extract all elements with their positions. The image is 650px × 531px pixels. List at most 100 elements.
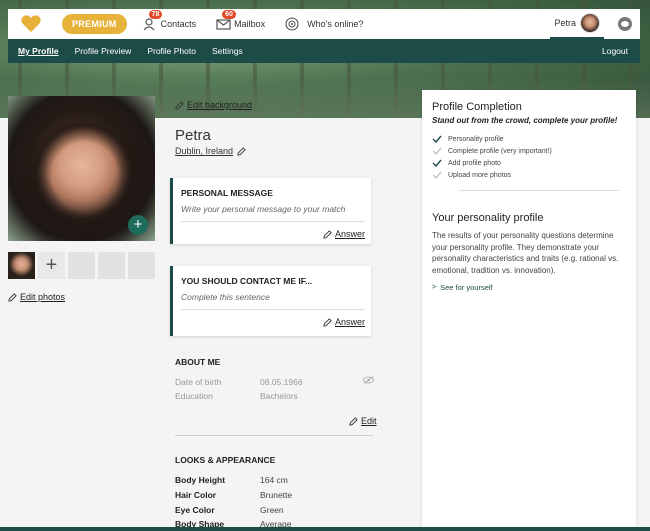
bottom-bar <box>0 527 650 531</box>
edit-photos-label: Edit photos <box>20 292 66 302</box>
edit-about-button[interactable]: Edit <box>349 416 377 426</box>
divider <box>459 190 619 191</box>
pencil-icon <box>323 317 332 327</box>
profile-name: Petra <box>175 127 211 144</box>
personality-text: The results of your personality question… <box>432 231 619 275</box>
dob-key: Date of birth <box>175 377 222 387</box>
check-item[interactable]: Upload more photos <box>432 169 626 181</box>
location-link[interactable]: Dublin, Ireland <box>175 146 249 156</box>
nav-mailbox-label: Mailbox <box>234 19 266 29</box>
contact-me-input[interactable]: Complete this sentence <box>181 292 365 310</box>
edit-background-link[interactable]: Edit background <box>175 100 252 110</box>
see-for-yourself-link[interactable]: > See for yourself <box>432 283 626 292</box>
completion-checklist: Personality profile Complete profile (ve… <box>432 133 626 181</box>
education-value: Bachelors <box>260 391 298 401</box>
check-label: Complete profile (very important!) <box>448 147 552 155</box>
empty-thumbnail <box>128 252 155 279</box>
online-radar-icon <box>285 17 299 31</box>
answer-button[interactable]: Answer <box>181 229 365 239</box>
check-icon <box>432 147 442 155</box>
eye-hidden-icon[interactable] <box>363 376 374 384</box>
pencil-icon <box>323 229 332 239</box>
personal-message-card: PERSONAL MESSAGE Write your personal mes… <box>170 178 371 244</box>
pencil-icon <box>237 146 246 156</box>
tab-profile-preview[interactable]: Profile Preview <box>75 39 132 63</box>
empty-thumbnail <box>98 252 125 279</box>
personal-message-title: PERSONAL MESSAGE <box>181 188 273 198</box>
profile-subnav: My Profile Profile Preview Profile Photo… <box>8 39 640 63</box>
dob-value: 08.05.1966 <box>260 377 303 387</box>
check-icon <box>432 159 442 167</box>
answer-button[interactable]: Answer <box>181 317 365 327</box>
premium-button[interactable]: PREMIUM <box>62 14 127 34</box>
personality-title: Your personality profile <box>432 212 544 224</box>
hair-key: Hair Color <box>175 490 217 500</box>
education-key: Education <box>175 391 213 401</box>
panel-title: Profile Completion <box>432 101 522 113</box>
looks-row: Eye Color Green <box>175 505 360 515</box>
nav-contacts-label: Contacts <box>160 19 197 29</box>
mailbox-badge: 60 <box>222 10 236 19</box>
contacts-icon <box>143 18 155 31</box>
top-bar: PREMIUM 78 Contacts 60 Mailbox Who's onl… <box>8 9 640 39</box>
check-label: Personality profile <box>448 135 504 143</box>
nav-contacts[interactable]: 78 Contacts <box>143 10 197 31</box>
panel-subtitle: Stand out from the crowd, complete your … <box>432 116 618 125</box>
nav-whos-online[interactable]: Who's online? <box>285 17 363 31</box>
location-label: Dublin, Ireland <box>175 146 234 156</box>
answer-label: Answer <box>334 229 365 239</box>
photo-thumbnails: + <box>8 252 158 279</box>
logout-link[interactable]: Logout <box>602 46 628 56</box>
hair-value: Brunette <box>260 490 293 500</box>
edit-background-label: Edit background <box>187 100 253 110</box>
heart-logo-icon[interactable] <box>20 15 42 33</box>
looks-row: Body Height 164 cm <box>175 475 360 485</box>
user-menu[interactable]: Petra <box>550 9 604 39</box>
check-item[interactable]: Complete profile (very important!) <box>432 145 626 157</box>
eye-key: Eye Color <box>175 505 215 515</box>
mailbox-icon <box>216 19 231 30</box>
check-icon <box>432 171 442 179</box>
personal-message-input[interactable]: Write your personal message to your matc… <box>181 204 365 222</box>
edit-photos-link[interactable]: Edit photos <box>8 292 65 302</box>
answer-label: Answer <box>334 317 365 327</box>
add-photo-button[interactable]: + <box>128 215 148 235</box>
see-label: See for yourself <box>440 283 493 292</box>
height-key: Body Height <box>175 475 226 485</box>
top-nav: 78 Contacts 60 Mailbox Who's online? <box>143 10 384 31</box>
pencil-icon <box>8 292 17 302</box>
user-name: Petra <box>554 18 576 28</box>
contacts-badge: 78 <box>148 10 163 19</box>
tab-my-profile[interactable]: My Profile <box>18 39 59 63</box>
pencil-icon <box>175 100 184 110</box>
add-thumbnail-button[interactable]: + <box>38 252 65 279</box>
nav-whos-online-label: Who's online? <box>307 19 364 29</box>
top-right: Petra <box>550 9 640 39</box>
check-icon <box>432 135 442 143</box>
eye-value: Green <box>260 505 284 515</box>
divider <box>175 435 373 436</box>
about-me-title: ABOUT ME <box>175 357 221 367</box>
check-item[interactable]: Add profile photo <box>432 157 626 169</box>
chevron-right-icon: > <box>432 284 437 291</box>
avatar <box>580 13 600 33</box>
looks-title: LOOKS & APPEARANCE <box>175 455 276 465</box>
tab-profile-photo[interactable]: Profile Photo <box>147 39 196 63</box>
looks-row: Hair Color Brunette <box>175 490 360 500</box>
about-row-education: Education Bachelors <box>175 391 360 401</box>
contact-me-title: YOU SHOULD CONTACT ME IF... <box>181 276 313 286</box>
tab-settings[interactable]: Settings <box>212 39 243 63</box>
profile-completion-panel: Profile Completion Stand out from the cr… <box>422 90 636 531</box>
check-label: Upload more photos <box>448 171 512 179</box>
pencil-icon <box>349 416 358 426</box>
contact-me-card: YOU SHOULD CONTACT ME IF... Complete thi… <box>170 266 371 336</box>
edit-label: Edit <box>361 416 377 426</box>
check-item[interactable]: Personality profile <box>432 133 626 145</box>
about-row-dob: Date of birth 08.05.1966 <box>175 377 360 387</box>
empty-thumbnail <box>68 252 95 279</box>
height-value: 164 cm <box>260 475 288 485</box>
eye-icon[interactable] <box>618 17 632 31</box>
nav-mailbox[interactable]: 60 Mailbox <box>216 10 266 31</box>
check-label: Add profile photo <box>448 159 501 167</box>
thumbnail-photo[interactable] <box>8 252 35 279</box>
